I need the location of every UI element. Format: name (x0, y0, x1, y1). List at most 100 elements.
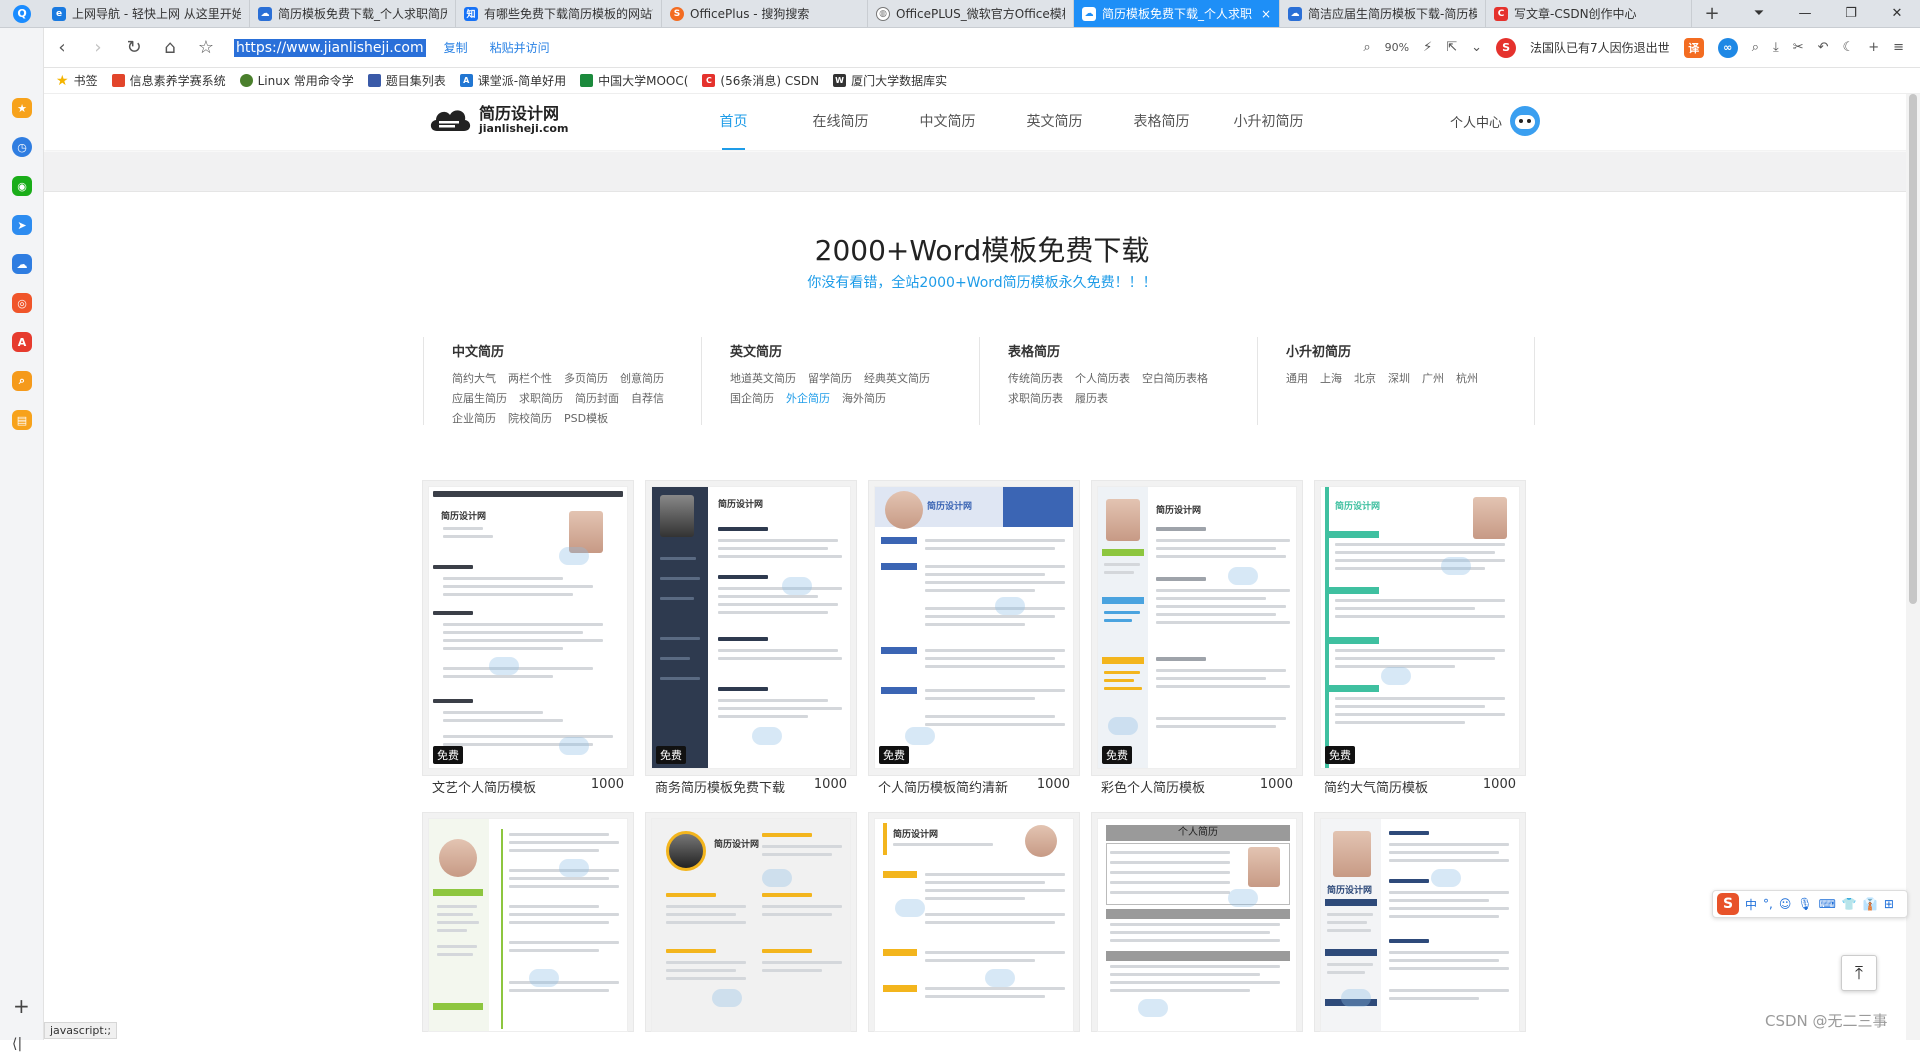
search-icon[interactable]: ⌕ (1752, 40, 1759, 55)
scrollbar-thumb[interactable] (1909, 94, 1917, 604)
history-icon[interactable]: ◷ (12, 137, 32, 157)
zoom-icon[interactable]: ⌕ (1363, 40, 1370, 55)
template-card[interactable]: 个人简历 (1091, 812, 1303, 1032)
avatar[interactable] (1510, 106, 1541, 136)
moon-icon[interactable]: ☾ (1843, 40, 1855, 55)
ime-mode-chinese[interactable]: 中 (1745, 896, 1757, 913)
template-name[interactable]: 彩色个人简历模板 (1101, 777, 1205, 796)
sogou-ime-icon[interactable]: S (1717, 893, 1739, 915)
user-center[interactable]: 个人中心 (1450, 106, 1541, 136)
template-card[interactable] (422, 812, 634, 1032)
close-tab-icon[interactable]: × (1261, 7, 1271, 21)
template-thumbnail[interactable]: 简历设计网 (1320, 818, 1520, 1032)
nav-home[interactable]: 首页 (680, 94, 787, 150)
download-icon[interactable]: ⤓ (1773, 40, 1779, 55)
category-link[interactable]: 深圳 (1388, 370, 1410, 386)
forward-icon[interactable]: › (80, 37, 116, 58)
zoom-level[interactable]: 90% (1385, 41, 1409, 54)
microphone-icon[interactable]: 🎙 (1797, 897, 1812, 911)
tab-4[interactable]: ◍ OfficePLUS_微软官方Office模板 (868, 0, 1074, 27)
collapse-sidebar-icon[interactable]: ⟨| (12, 1036, 22, 1052)
paper-plane-icon[interactable]: ➤ (12, 215, 32, 235)
template-card[interactable]: 简历设计网 (645, 812, 857, 1032)
category-link[interactable]: 自荐信 (631, 390, 664, 406)
template-name[interactable]: 商务简历模板免费下载 (655, 777, 785, 796)
category-link[interactable]: 地道英文简历 (730, 370, 796, 386)
paste-go-link[interactable]: 粘贴并访问 (490, 39, 550, 56)
template-thumbnail[interactable]: 简历设计网 (1320, 486, 1520, 769)
nav-chinese-resume[interactable]: 中文简历 (894, 94, 1001, 150)
category-link[interactable]: 经典英文简历 (864, 370, 930, 386)
category-link[interactable]: 求职简历 (519, 390, 563, 406)
browser-logo[interactable]: Q (0, 0, 44, 27)
emoji-icon[interactable]: ☺ (1779, 897, 1792, 911)
news-ticker[interactable]: 法国队已有7人因伤退出世 (1530, 39, 1670, 56)
add-icon[interactable]: + (13, 994, 30, 1018)
back-icon[interactable]: ‹ (44, 37, 80, 58)
bookmark-item[interactable]: W 厦门大学数据库实 (833, 72, 947, 89)
copy-link[interactable]: 复制 (444, 39, 468, 56)
template-name[interactable]: 简约大气简历模板 (1324, 777, 1428, 796)
shirt-icon[interactable]: 👔 (1863, 897, 1878, 911)
translate-icon[interactable]: 译 (1683, 37, 1704, 58)
scissors-icon[interactable]: ✂ (1793, 40, 1804, 55)
template-name[interactable]: 个人简历模板简约清新 (878, 777, 1008, 796)
template-thumbnail[interactable]: 简历设计网 (1097, 486, 1297, 769)
minimize-icon[interactable]: — (1782, 0, 1828, 27)
tab-2[interactable]: 知 有哪些免费下载简历模板的网站？ (456, 0, 662, 27)
back-to-top-button[interactable]: ⤒ (1841, 955, 1877, 991)
site-logo[interactable]: 简历设计网 jianlisheji.com (427, 103, 568, 137)
close-window-icon[interactable]: ✕ (1874, 0, 1920, 27)
category-link[interactable]: 北京 (1354, 370, 1376, 386)
template-thumbnail[interactable]: 简历设计网 (651, 486, 851, 769)
lightning-icon[interactable]: ⚡ (1423, 40, 1432, 55)
category-link[interactable]: 简约大气 (452, 370, 496, 386)
template-thumbnail[interactable]: 个人简历 (1097, 818, 1297, 1032)
nav-english-resume[interactable]: 英文简历 (1001, 94, 1108, 150)
pdf-icon[interactable]: A (12, 332, 32, 352)
category-link[interactable]: 履历表 (1075, 390, 1108, 406)
category-link[interactable]: 个人简历表 (1075, 370, 1130, 386)
template-thumbnail[interactable]: 简历设计网 (874, 486, 1074, 769)
notes-icon[interactable]: ▤ (12, 410, 32, 430)
bookmark-item[interactable]: 题目集列表 (367, 72, 446, 89)
url-field[interactable]: https://www.jianlisheji.com (234, 38, 426, 57)
template-thumbnail[interactable]: 简历设计网 (428, 486, 628, 769)
template-card[interactable]: 简历设计网 (422, 480, 634, 796)
search-icon[interactable]: ⌕ (12, 371, 32, 391)
template-card[interactable]: 简历设计网 (868, 812, 1080, 1032)
tab-5-active[interactable]: ☁ 简历模板免费下载_个人求职简历 × (1074, 0, 1280, 27)
home-icon[interactable]: ⌂ (152, 37, 188, 58)
bookmark-item[interactable]: 中国大学MOOC( (580, 72, 688, 89)
template-thumbnail[interactable]: 简历设计网 (874, 818, 1074, 1032)
template-card[interactable]: 简历设计网 (1314, 812, 1526, 1032)
nav-online-resume[interactable]: 在线简历 (787, 94, 894, 150)
star-icon[interactable]: ☆ (188, 37, 224, 58)
category-link[interactable]: 企业简历 (452, 410, 496, 426)
tab-1[interactable]: ☁ 简历模板免费下载_个人求职简历 (250, 0, 456, 27)
infinity-icon[interactable]: ∞ (1717, 37, 1738, 58)
category-link[interactable]: 多页简历 (564, 370, 608, 386)
category-link[interactable]: PSD模板 (564, 410, 608, 426)
tab-0[interactable]: e 上网导航 - 轻快上网 从这里开始 (44, 0, 250, 27)
category-link[interactable]: 简历封面 (575, 390, 619, 406)
category-link[interactable]: 应届生简历 (452, 390, 507, 406)
template-card[interactable]: 简历设计网 (1314, 480, 1526, 796)
chevron-down-icon[interactable]: ⌄ (1471, 40, 1482, 55)
template-thumbnail[interactable] (428, 818, 628, 1032)
tab-7[interactable]: C 写文章-CSDN创作中心 (1486, 0, 1692, 27)
grid-icon[interactable]: ⊞ (1884, 897, 1894, 911)
template-name[interactable]: 文艺个人简历模板 (432, 777, 536, 796)
wechat-icon[interactable]: ◉ (12, 176, 32, 196)
favorites-icon[interactable]: ★ (12, 98, 32, 118)
sogou-search-icon[interactable]: S (1496, 37, 1517, 58)
refresh-icon[interactable]: ↻ (116, 37, 152, 58)
bookmark-item[interactable]: Linux 常用命令学 (239, 72, 354, 89)
game-icon[interactable]: ◎ (12, 293, 32, 313)
category-link[interactable]: 求职简历表 (1008, 390, 1063, 406)
page-scrollbar[interactable] (1906, 94, 1920, 1040)
category-link[interactable]: 广州 (1422, 370, 1444, 386)
category-link[interactable]: 院校简历 (508, 410, 552, 426)
bookmark-item[interactable]: 信息素养学赛系统 (111, 72, 226, 89)
new-tab-button[interactable]: + (1692, 0, 1732, 27)
